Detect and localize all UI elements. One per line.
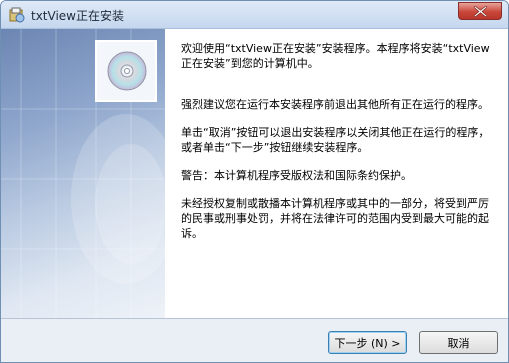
close-button[interactable] bbox=[458, 2, 502, 20]
legal-notice: 未经授权复制或散播本计算机程序或其中的一部分，将受到严厉的民事或刑事处罚，并将在… bbox=[181, 197, 489, 240]
installer-app-icon bbox=[9, 7, 25, 23]
side-banner bbox=[1, 29, 165, 318]
window-title: txtView正在安装 bbox=[31, 9, 124, 23]
button-bar: 下一步 (N) > 取消 bbox=[1, 318, 508, 362]
content-area: 欢迎使用“txtView正在安装”安装程序。本程序将安装“txtView正在安装… bbox=[1, 29, 508, 318]
cancel-button[interactable]: 取消 bbox=[419, 331, 498, 354]
title-bar[interactable]: txtView正在安装 bbox=[1, 1, 508, 29]
welcome-message: 欢迎使用“txtView正在安装”安装程序。本程序将安装“txtView正在安装… bbox=[181, 42, 490, 70]
next-button[interactable]: 下一步 (N) > bbox=[328, 331, 407, 354]
installer-window: txtView正在安装 欢迎使用“txtView正在安装”安装程序。本程序将安装… bbox=[0, 0, 509, 363]
cd-disc-icon bbox=[105, 49, 149, 93]
welcome-text-area: 欢迎使用“txtView正在安装”安装程序。本程序将安装“txtView正在安装… bbox=[181, 41, 496, 254]
copyright-warning: 警告：本计算机程序受版权法和国际条约保护。 bbox=[181, 169, 412, 182]
recommend-message: 强烈建议您在运行本安装程序前退出其他所有正在运行的程序。 bbox=[181, 98, 489, 111]
cancel-hint-message: 单击“取消”按钮可以退出安装程序以关闭其他正在运行的程序，或者单击“下一步”按钮… bbox=[181, 126, 490, 154]
close-icon bbox=[474, 6, 487, 17]
